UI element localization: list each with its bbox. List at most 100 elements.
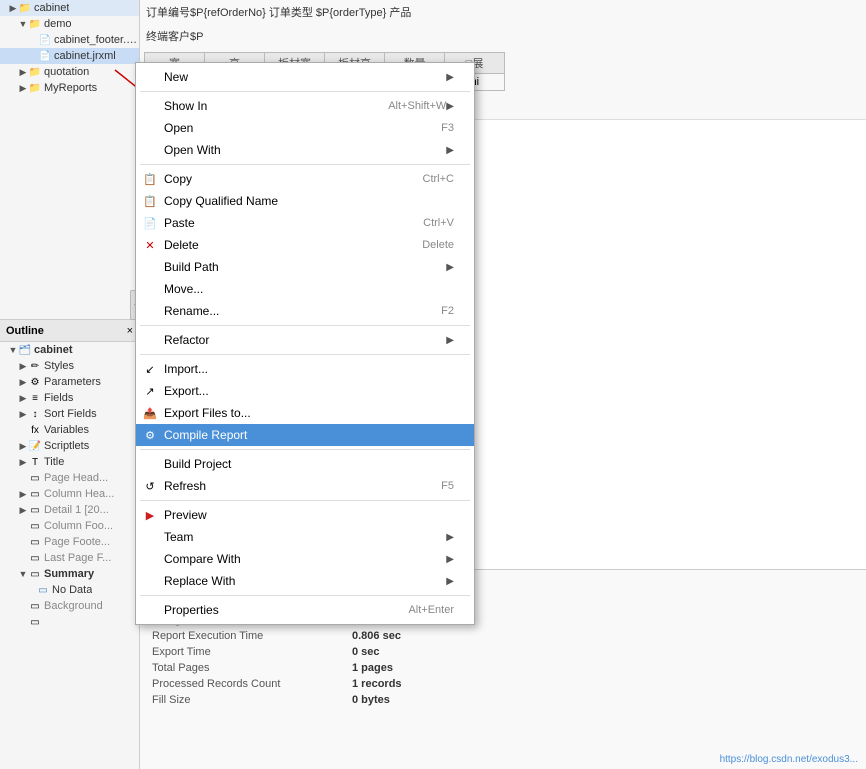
menu-sep-6	[140, 500, 470, 501]
outline-tree: ▼ 🗂 cabinet ▶ ✏ Styles ▶ ⚙ Parameters ▶ …	[0, 342, 139, 630]
menu-item-team[interactable]: Team ▶	[136, 526, 474, 548]
import-icon: ↙	[142, 361, 158, 377]
submenu-arrow-build-path: ▶	[446, 262, 454, 273]
outline-scriptlets[interactable]: ▶ 📝 Scriptlets	[0, 438, 139, 454]
outline-fields[interactable]: ▶ ≡ Fields	[0, 390, 139, 406]
menu-item-build-path[interactable]: Build Path ▶	[136, 256, 474, 278]
tree-item-cabinet-footer[interactable]: ▶ 📄 cabinet_footer.jrxml	[0, 32, 139, 48]
folder-icon-myreports: 📁	[28, 81, 42, 95]
outline-close-icon[interactable]: ×	[127, 325, 133, 337]
menu-item-rename[interactable]: Rename... F2	[136, 300, 474, 322]
menu-sep-5	[140, 449, 470, 450]
menu-label-open-with: Open With	[164, 143, 446, 157]
stats-link[interactable]: https://blog.csdn.net/exodus3...	[720, 754, 858, 765]
fields-icon: ≡	[28, 391, 42, 405]
menu-item-open[interactable]: Open F3	[136, 117, 474, 139]
menu-item-compare[interactable]: Compare With ▶	[136, 548, 474, 570]
stats-val-execution: 0.806 sec	[352, 630, 401, 642]
tree-label-cabinet-footer: cabinet_footer.jrxml	[54, 34, 139, 46]
outline-column-header[interactable]: ▶ ▭ Column Hea...	[0, 486, 139, 502]
menu-shortcut-refresh: F5	[441, 480, 454, 492]
outline-summary[interactable]: ▼ ▭ Summary	[0, 566, 139, 582]
menu-label-move: Move...	[164, 282, 454, 296]
menu-item-new[interactable]: New ▶	[136, 66, 474, 88]
outline-header: Outline ×	[0, 320, 139, 342]
menu-label-import: Import...	[164, 362, 454, 376]
tree-item-cabinet-jrxml[interactable]: ▶ 📄 cabinet.jrxml	[0, 48, 139, 64]
outline-no-data[interactable]: ▭ Background	[0, 598, 139, 614]
menu-label-copy: Copy	[164, 172, 393, 186]
report-line2: 终端客户$P	[140, 24, 866, 48]
outline-parameters[interactable]: ▶ ⚙ Parameters	[0, 374, 139, 390]
submenu-arrow-replace: ▶	[446, 576, 454, 587]
menu-label-refresh: Refresh	[164, 479, 411, 493]
menu-item-refresh[interactable]: ↺ Refresh F5	[136, 475, 474, 497]
menu-item-build-project[interactable]: Build Project	[136, 453, 474, 475]
tree-item-demo-folder[interactable]: ▼ 📁 demo	[0, 16, 139, 32]
menu-item-delete[interactable]: ✕ Delete Delete	[136, 234, 474, 256]
menu-label-show-in: Show In	[164, 99, 358, 113]
stats-key-fillsize: Fill Size	[152, 694, 352, 706]
outline-detail1[interactable]: ▶ ▭ Detail 1 [20...	[0, 502, 139, 518]
submenu-arrow-open-with: ▶	[446, 145, 454, 156]
outline-last-page[interactable]: ▭ Last Page F...	[0, 550, 139, 566]
outline-cabinet[interactable]: ▼ 🗂 cabinet	[0, 342, 139, 358]
menu-item-copy[interactable]: 📋 Copy Ctrl+C	[136, 168, 474, 190]
tree-item-quotation[interactable]: ▶ 📁 quotation	[0, 64, 139, 80]
title-icon: T	[28, 455, 42, 469]
menu-item-export-files[interactable]: 📤 Export Files to...	[136, 402, 474, 424]
menu-item-replace[interactable]: Replace With ▶	[136, 570, 474, 592]
menu-item-move[interactable]: Move...	[136, 278, 474, 300]
copy-qualified-icon: 📋	[142, 193, 158, 209]
outline-label-scriptlets: Scriptlets	[44, 440, 89, 452]
stats-row-records: Processed Records Count 1 records	[152, 676, 854, 692]
subreport-icon: ▭	[36, 583, 50, 597]
export-icon: ↗	[142, 383, 158, 399]
menu-item-export[interactable]: ↗ Export...	[136, 380, 474, 402]
outline-page-footer[interactable]: ▭ Page Foote...	[0, 534, 139, 550]
detail1-icon: ▭	[28, 503, 42, 517]
menu-item-properties[interactable]: Properties Alt+Enter	[136, 599, 474, 621]
menu-item-preview[interactable]: ▶ Preview	[136, 504, 474, 526]
menu-label-replace: Replace With	[164, 574, 446, 588]
outline-variables[interactable]: fx Variables	[0, 422, 139, 438]
menu-item-open-with[interactable]: Open With ▶	[136, 139, 474, 161]
menu-sep-4	[140, 354, 470, 355]
menu-item-import[interactable]: ↙ Import...	[136, 358, 474, 380]
menu-shortcut-show-in: Alt+Shift+W	[388, 100, 446, 112]
stats-key-execution: Report Execution Time	[152, 630, 352, 642]
outline-styles[interactable]: ▶ ✏ Styles	[0, 358, 139, 374]
outline-col-footer[interactable]: ▭ Column Foo...	[0, 518, 139, 534]
submenu-arrow-compare: ▶	[446, 554, 454, 565]
copy-icon: 📋	[142, 171, 158, 187]
menu-item-compile-report[interactable]: ⚙ Compile Report	[136, 424, 474, 446]
outline-title[interactable]: ▶ T Title	[0, 454, 139, 470]
outline-sort-fields[interactable]: ▶ ↕ Sort Fields	[0, 406, 139, 422]
tree-item-cabinet-folder[interactable]: ▶ 📁 cabinet	[0, 0, 139, 16]
menu-sep-3	[140, 325, 470, 326]
submenu-arrow-team: ▶	[446, 532, 454, 543]
menu-label-build-project: Build Project	[164, 457, 454, 471]
menu-shortcut-properties: Alt+Enter	[408, 604, 454, 616]
tree-item-myreports[interactable]: ▶ 📁 MyReports	[0, 80, 139, 96]
sort-icon: ↕	[28, 407, 42, 421]
tree-label-cabinet-jrxml: cabinet.jrxml	[54, 50, 116, 62]
menu-label-compare: Compare With	[164, 552, 446, 566]
menu-label-open: Open	[164, 121, 411, 135]
menu-label-build-path: Build Path	[164, 260, 446, 274]
stats-row-export: Export Time 0 sec	[152, 644, 854, 660]
menu-item-refactor[interactable]: Refactor ▶	[136, 329, 474, 351]
stats-val-fillsize: 0 bytes	[352, 694, 390, 706]
menu-sep-1	[140, 91, 470, 92]
menu-item-show-in[interactable]: Show In Alt+Shift+W ▶	[136, 95, 474, 117]
menu-item-copy-qualified[interactable]: 📋 Copy Qualified Name	[136, 190, 474, 212]
outline-background[interactable]: ▭	[0, 614, 139, 630]
scriptlets-icon: 📝	[28, 439, 42, 453]
page-footer-icon: ▭	[28, 535, 42, 549]
menu-item-paste[interactable]: 📄 Paste Ctrl+V	[136, 212, 474, 234]
stats-val-records: 1 records	[352, 678, 402, 690]
outline-subreport[interactable]: ▭ No Data	[0, 582, 139, 598]
menu-label-compile-report: Compile Report	[164, 428, 454, 442]
outline-page-header[interactable]: ▭ Page Head...	[0, 470, 139, 486]
outline-label-detail1: Detail 1 [20...	[44, 504, 109, 516]
